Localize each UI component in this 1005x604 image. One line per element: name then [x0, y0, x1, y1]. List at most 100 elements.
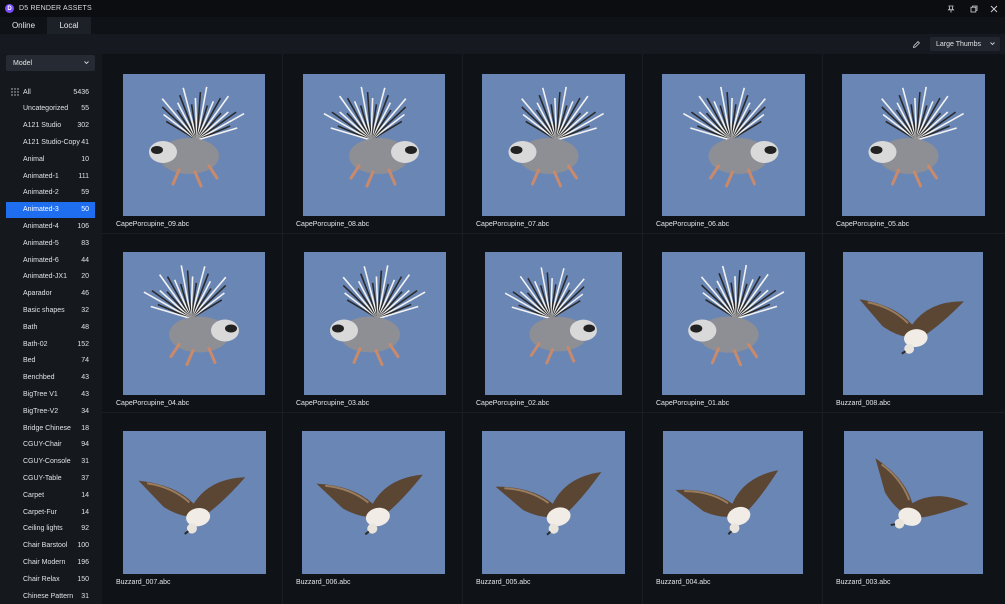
sidebar-item-cguy-chair[interactable]: CGUY-Chair 94	[6, 437, 95, 453]
asset-card[interactable]: Buzzard_005.abc	[462, 412, 639, 589]
asset-card[interactable]: CapePorcupine_01.abc	[642, 233, 819, 410]
app-logo-letter: D	[7, 5, 12, 12]
sidebar-item-basic-shapes[interactable]: Basic shapes 32	[6, 302, 95, 318]
sidebar-item-bath[interactable]: Bath 48	[6, 319, 95, 335]
category-label: Carpet-Fur	[23, 508, 57, 516]
asset-card[interactable]: Buzzard_008.abc	[822, 233, 999, 410]
asset-card[interactable]: CapePorcupine_05.abc	[822, 54, 999, 231]
asset-card[interactable]: CapePorcupine_08.abc	[282, 54, 459, 231]
asset-card[interactable]: CapePorcupine_04.abc	[102, 233, 279, 410]
category-count: 31	[81, 458, 89, 466]
sidebar-item-bigtree-v1[interactable]: BigTree V1 43	[6, 386, 95, 402]
view-mode-label: Large Thumbs	[936, 40, 982, 48]
sidebar-item-chinese-pattern[interactable]: Chinese Pattern 31	[6, 588, 95, 604]
app-logo: D	[5, 4, 14, 13]
sidebar-item-animated-3[interactable]: Animated-3 50	[6, 201, 95, 218]
category-label: Ceiling lights	[23, 525, 63, 533]
asset-card[interactable]: Buzzard_004.abc	[642, 412, 819, 589]
category-label: Animated-5	[23, 239, 59, 247]
restore-icon[interactable]	[963, 0, 985, 17]
asset-filename: Buzzard_003.abc	[836, 579, 891, 586]
category-label: BigTree-V2	[23, 407, 59, 415]
category-count: 43	[81, 390, 89, 398]
buzzard-thumbnail	[663, 431, 803, 574]
grid-divider	[102, 233, 1005, 234]
sidebar-item-animated-4[interactable]: Animated-4 106	[6, 218, 95, 234]
sidebar-item-cguy-table[interactable]: CGUY-Table 37	[6, 470, 95, 486]
sidebar-item-bath-02[interactable]: Bath-02 152	[6, 336, 95, 352]
chevron-down-icon	[83, 59, 90, 68]
edit-pencil-icon[interactable]	[909, 37, 923, 51]
sidebar-item-bridge-chinese[interactable]: Bridge Chinese 18	[6, 420, 95, 436]
asset-card[interactable]: CapePorcupine_07.abc	[462, 54, 639, 231]
category-count: 37	[81, 474, 89, 482]
category-count: 5436	[73, 88, 89, 96]
sidebar-item-chair-modern[interactable]: Chair Modern 196	[6, 554, 95, 570]
sidebar-item-all[interactable]: All 5436	[6, 84, 95, 100]
category-count: 46	[81, 290, 89, 298]
sidebar-item-aparador[interactable]: Aparador 46	[6, 286, 95, 302]
sidebar-item-benchbed[interactable]: Benchbed 43	[6, 370, 95, 386]
category-count: 150	[77, 575, 89, 583]
close-icon[interactable]	[983, 0, 1005, 17]
category-label: Uncategorized	[23, 105, 69, 113]
sidebar-item-animated-jx1[interactable]: Animated-JX1 20	[6, 269, 95, 285]
sidebar-item-uncategorized[interactable]: Uncategorized 55	[6, 101, 95, 117]
toolbar	[0, 34, 1005, 54]
asset-card[interactable]: Buzzard_003.abc	[822, 412, 999, 589]
category-label: Bed	[23, 357, 36, 365]
porcupine-thumbnail	[662, 74, 805, 216]
asset-card[interactable]: CapePorcupine_02.abc	[462, 233, 639, 410]
sidebar-item-cguy-console[interactable]: CGUY-Console 31	[6, 454, 95, 470]
asset-type-dropdown[interactable]: Model	[6, 55, 95, 71]
asset-card[interactable]: CapePorcupine_06.abc	[642, 54, 819, 231]
asset-grid: CapePorcupine_09.abc CapePorcupine_08.ab…	[102, 54, 1005, 604]
sidebar-item-bed[interactable]: Bed 74	[6, 353, 95, 369]
sidebar-item-animated-6[interactable]: Animated-6 44	[6, 252, 95, 268]
sidebar-item-animal[interactable]: Animal 10	[6, 151, 95, 167]
porcupine-thumbnail	[662, 252, 805, 395]
category-label: Animal	[23, 155, 45, 163]
category-count: 48	[81, 323, 89, 331]
sidebar-item-ceiling-lights[interactable]: Ceiling lights 92	[6, 521, 95, 537]
asset-card[interactable]: CapePorcupine_09.abc	[102, 54, 279, 231]
porcupine-thumbnail	[842, 74, 985, 216]
tab-online[interactable]: Online	[0, 17, 47, 34]
asset-filename: Buzzard_006.abc	[296, 579, 351, 586]
category-count: 111	[78, 172, 89, 180]
buzzard-thumbnail	[844, 431, 983, 574]
buzzard-thumbnail	[843, 252, 983, 395]
asset-filename: CapePorcupine_03.abc	[296, 400, 370, 407]
sidebar-item-animated-5[interactable]: Animated-5 83	[6, 235, 95, 251]
asset-card[interactable]: Buzzard_007.abc	[102, 412, 279, 589]
category-label: Animated-1	[23, 172, 59, 180]
sidebar-item-bigtree-v2[interactable]: BigTree-V2 34	[6, 403, 95, 419]
category-count: 152	[77, 340, 89, 348]
asset-filename: CapePorcupine_07.abc	[476, 221, 550, 228]
sidebar-item-animated-2[interactable]: Animated-2 59	[6, 185, 95, 201]
view-mode-dropdown[interactable]: Large Thumbs	[930, 37, 1000, 51]
sidebar-item-chair-relax[interactable]: Chair Relax 150	[6, 571, 95, 587]
sidebar-item-a121-studio[interactable]: A121 Studio 302	[6, 118, 95, 134]
asset-card[interactable]: Buzzard_006.abc	[282, 412, 459, 589]
category-label: Bridge Chinese	[23, 424, 71, 432]
asset-filename: CapePorcupine_02.abc	[476, 400, 550, 407]
category-count: 92	[81, 525, 89, 533]
buzzard-thumbnail	[482, 431, 625, 574]
category-label: Basic shapes	[23, 306, 65, 314]
category-label: CGUY-Console	[23, 458, 71, 466]
pin-icon[interactable]	[940, 0, 962, 17]
category-count: 20	[81, 273, 89, 281]
asset-type-label: Model	[13, 59, 33, 67]
sidebar-item-chair-barstool[interactable]: Chair Barstool 100	[6, 538, 95, 554]
sidebar-item-animated-1[interactable]: Animated-1 111	[6, 168, 95, 184]
sidebar-item-carpet-fur[interactable]: Carpet-Fur 14	[6, 504, 95, 520]
sidebar-item-a121-studio-copy[interactable]: A121 Studio-Copy 41	[6, 134, 95, 150]
grid-divider	[822, 54, 823, 604]
grid-dots-icon	[11, 88, 19, 96]
title-bar: D D5 RENDER ASSETS	[0, 0, 1005, 17]
category-label: Chair Barstool	[23, 542, 68, 550]
tab-local[interactable]: Local	[47, 17, 91, 34]
sidebar-item-carpet[interactable]: Carpet 14	[6, 487, 95, 503]
asset-card[interactable]: CapePorcupine_03.abc	[282, 233, 459, 410]
